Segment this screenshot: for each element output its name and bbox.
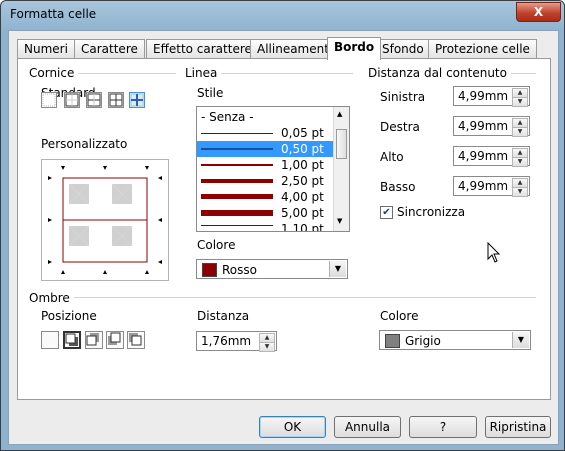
basso-spinner[interactable]: 4,99mm ▲ ▼: [453, 176, 530, 197]
help-button[interactable]: ?: [409, 416, 477, 438]
tab-carattere[interactable]: Carattere: [74, 39, 145, 59]
stile-label: Stile: [197, 86, 224, 100]
list-item[interactable]: 0,50 pt: [197, 141, 333, 157]
ripristina-button[interactable]: Ripristina: [485, 416, 551, 438]
shadow-bottom-right-button[interactable]: [63, 331, 81, 349]
tab-effetto-carattere[interactable]: Effetto carattere: [146, 39, 259, 59]
border-preset-none[interactable]: [41, 92, 57, 108]
list-item[interactable]: - Senza -: [197, 109, 333, 125]
line-style-list[interactable]: - Senza - 0,05 pt 0,50 pt 1,00 pt 2,50 p…: [196, 106, 350, 232]
destra-label: Destra: [380, 120, 420, 134]
sinistra-spinner[interactable]: 4,99mm ▲ ▼: [453, 86, 530, 107]
close-button[interactable]: X: [516, 2, 561, 22]
sincronizza-label: Sincronizza: [397, 205, 466, 219]
color-swatch: [385, 334, 400, 348]
spin-down-icon[interactable]: ▼: [512, 187, 528, 197]
distanza-heading: Distanza dal contenuto: [368, 66, 511, 80]
dialog-window: Formatta celle X Numeri Carattere Effett…: [0, 0, 565, 451]
spin-down-icon[interactable]: ▼: [259, 342, 275, 352]
alto-value: 4,99mm: [458, 149, 509, 163]
shadow-top-right-button[interactable]: [85, 331, 103, 349]
line-color-value: Rosso: [222, 263, 257, 277]
style-list-scrollbar[interactable]: ▲ ▼: [333, 107, 349, 231]
tab-bordo[interactable]: Bordo: [327, 37, 382, 60]
posizione-label: Posizione: [41, 309, 97, 323]
color-swatch: [202, 263, 217, 277]
sinistra-label: Sinistra: [380, 90, 426, 104]
border-preset-outer[interactable]: [64, 92, 80, 108]
basso-label: Basso: [380, 180, 416, 194]
tab-sfondo[interactable]: Sfondo: [375, 39, 431, 59]
line-color-select[interactable]: Rosso ▼: [196, 259, 348, 279]
scroll-down-icon[interactable]: ▼: [337, 217, 342, 225]
list-item[interactable]: 4,00 pt: [197, 189, 333, 205]
scroll-up-icon[interactable]: ▲: [337, 110, 342, 118]
shadow-none-button[interactable]: [41, 331, 59, 349]
border-preset-horizontal[interactable]: [86, 92, 102, 108]
destra-spinner[interactable]: 4,99mm ▲ ▼: [453, 116, 530, 137]
shadow-color-select[interactable]: Grigio ▼: [379, 330, 531, 350]
list-item[interactable]: 2,50 pt: [197, 173, 333, 189]
sincronizza-checkbox[interactable]: ✔: [380, 206, 393, 219]
tab-protezione-celle[interactable]: Protezione celle: [428, 39, 537, 59]
ombre-colore-label: Colore: [380, 309, 419, 323]
tab-numeri[interactable]: Numeri: [17, 39, 75, 59]
chevron-down-icon[interactable]: ▼: [512, 332, 529, 348]
shadow-distance-value: 1,76mm: [201, 334, 252, 348]
title-bar: Formatta celle X: [1, 1, 564, 29]
alto-label: Alto: [380, 150, 404, 164]
shadow-top-left-button[interactable]: [127, 331, 145, 349]
ok-button[interactable]: OK: [259, 416, 326, 438]
ombre-distanza-label: Distanza: [197, 309, 250, 323]
mouse-cursor-icon: [487, 242, 501, 263]
colore-label: Colore: [197, 238, 236, 252]
divider: [71, 73, 176, 74]
shadow-bottom-left-button[interactable]: [106, 331, 124, 349]
destra-value: 4,99mm: [458, 119, 509, 133]
shadow-color-value: Grigio: [405, 334, 441, 348]
spin-down-icon[interactable]: ▼: [512, 157, 528, 167]
alto-spinner[interactable]: 4,99mm ▲ ▼: [453, 146, 530, 167]
dialog-title: Formatta celle: [10, 7, 97, 21]
divider: [71, 297, 536, 298]
cornice-heading: Cornice: [29, 66, 79, 80]
border-preset-inner[interactable]: [129, 92, 145, 108]
sinistra-value: 4,99mm: [458, 89, 509, 103]
divider: [216, 73, 353, 74]
personalizzato-label: Personalizzato: [41, 137, 128, 151]
list-item[interactable]: 1,10 pt: [197, 221, 333, 231]
annulla-button[interactable]: Annulla: [334, 416, 401, 438]
chevron-down-icon[interactable]: ▼: [329, 261, 346, 277]
shadow-distance-spinner[interactable]: 1,76mm ▲ ▼: [196, 331, 277, 352]
spin-down-icon[interactable]: ▼: [512, 97, 528, 107]
spin-down-icon[interactable]: ▼: [512, 127, 528, 137]
scroll-thumb[interactable]: [336, 129, 347, 159]
ombre-heading: Ombre: [29, 291, 74, 305]
linea-heading: Linea: [185, 66, 222, 80]
border-preset-all[interactable]: [108, 92, 124, 108]
list-item[interactable]: 5,00 pt: [197, 205, 333, 221]
custom-border-editor[interactable]: [41, 159, 169, 281]
list-item[interactable]: 1,00 pt: [197, 157, 333, 173]
basso-value: 4,99mm: [458, 179, 509, 193]
list-item[interactable]: 0,05 pt: [197, 125, 333, 141]
